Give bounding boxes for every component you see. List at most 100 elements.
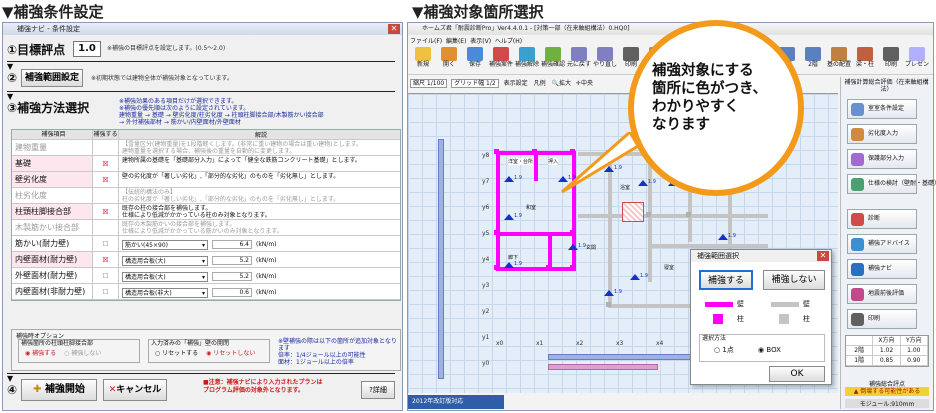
dialog-ok-button[interactable]: OK — [769, 366, 825, 382]
wall-direction-marker — [718, 234, 728, 240]
row-item-label: 柱劣化度 — [12, 188, 93, 203]
column-reinforce[interactable] — [570, 265, 575, 270]
menu-bar: ファイル(F) 編集(E) 表示(V) ヘルプ(H) — [410, 36, 522, 45]
toolbar-secondary: 縮尺 1/100 グリッド幅 1/2 表示設定 凡例 🔍拡大 ✛中央 — [410, 78, 593, 90]
legend-button[interactable]: 凡例 — [534, 80, 546, 87]
dialog-close-icon[interactable]: ✕ — [817, 251, 829, 261]
radio-no-reinforce[interactable]: ○ 補強しない — [64, 350, 101, 357]
scale-select[interactable]: 縮尺 1/100 — [410, 79, 448, 88]
row-checkbox[interactable]: ☒ — [93, 172, 119, 187]
menu-edit[interactable]: 編集(E) — [446, 38, 466, 45]
toolbar-button[interactable]: 元に戻す — [566, 45, 592, 73]
score-row: 1階 0.85 0.90 — [846, 356, 928, 366]
sidebar-button[interactable]: 劣化度入力 — [847, 124, 917, 144]
row-description-line: 仕様により低減がかかっている柱のみ対象となります。 — [122, 212, 271, 219]
sidebar-button[interactable]: 地震前後評価 — [847, 284, 917, 304]
row-description-line: 既存の柱の接合部を補強します。 — [122, 205, 212, 212]
sidebar-button[interactable]: 補強アドバイス — [847, 234, 917, 254]
row-item-label: 基礎 — [12, 156, 93, 171]
dialog-reinforce-button[interactable]: 補強する — [699, 270, 753, 290]
score-cell: 1.00 — [901, 346, 928, 355]
toolbar-button[interactable]: 梁・柱 — [852, 45, 878, 73]
target-score-input[interactable]: 1.0 — [73, 41, 101, 57]
radio-no-reset[interactable]: ◉ リセットしない — [206, 350, 255, 357]
row-description: 既存の木製筋かいの接合部を補強します。 仕様により低減がかかっている筋かいのみ対象… — [119, 220, 400, 235]
center-button[interactable]: ✛中央 — [576, 80, 593, 87]
toolbar-icon — [805, 47, 821, 61]
grid-select[interactable]: グリッド幅 1/2 — [451, 79, 499, 88]
row-checkbox[interactable]: ☒ — [93, 156, 119, 171]
step3-label: ③補強方法選択 — [7, 101, 90, 115]
step2-label: ② — [7, 71, 18, 85]
radio-reset[interactable]: ○ リセットする — [155, 350, 198, 357]
wall-gray[interactable] — [648, 244, 768, 248]
column-reinforce[interactable] — [494, 149, 499, 154]
toolbar-button[interactable]: 基の配置 — [826, 45, 852, 73]
toolbar-button[interactable]: 印刷 — [878, 45, 904, 73]
row-checkbox[interactable]: ☐ — [93, 268, 119, 283]
dialog-no-reinforce-button[interactable]: 補強しない — [763, 270, 825, 290]
material-select[interactable]: 筋かい(45×90) ▾ — [122, 240, 208, 250]
material-select[interactable]: 構造用合板(大) ▾ — [122, 272, 208, 282]
column-reinforce[interactable] — [532, 149, 537, 154]
toolbar-button[interactable]: 補強確認 — [540, 45, 566, 73]
material-select[interactable]: 構造用合板(大) ▾ — [122, 256, 208, 266]
radio-reinforce[interactable]: ◉ 補強する — [25, 350, 56, 357]
toolbar-button[interactable]: 保存 — [462, 45, 488, 73]
divider-arrow-icon: ▼ — [7, 374, 14, 383]
row-checkbox[interactable]: ☒ — [93, 252, 119, 267]
column-reinforce[interactable] — [546, 265, 551, 270]
display-settings-button[interactable]: 表示設定 — [504, 80, 528, 87]
column-gray[interactable] — [606, 302, 611, 307]
wall-reinforce[interactable] — [534, 151, 538, 181]
wall-gray[interactable] — [578, 214, 768, 218]
toolbar-button[interactable]: 補強解除 — [514, 45, 540, 73]
sidebar-button[interactable]: 診断 — [847, 209, 917, 229]
toolbar-button[interactable]: 開く — [436, 45, 462, 73]
zoom-in-button[interactable]: 🔍拡大 — [552, 80, 572, 87]
wall-value: 1.9 — [648, 179, 656, 185]
column-reinforce[interactable] — [570, 230, 575, 235]
column-reinforce[interactable] — [494, 230, 499, 235]
select-method-title: 選択方法 — [702, 335, 727, 342]
row-checkbox[interactable]: ☐ — [93, 236, 119, 251]
column-gray[interactable] — [686, 212, 691, 217]
step4-label: ④ — [7, 383, 18, 397]
radio-box[interactable]: ◉ BOX — [758, 346, 781, 354]
wall-reinforce[interactable] — [496, 151, 500, 271]
menu-file[interactable]: ファイル(F) — [410, 38, 442, 45]
sidebar-button[interactable]: 補強ナビ — [847, 259, 917, 279]
toolbar-button[interactable]: プレゼン — [904, 45, 930, 73]
wall-reinforce[interactable] — [496, 232, 576, 236]
sidebar-button[interactable]: 保護部分入力 — [847, 149, 917, 169]
axis-y-label: y1 — [482, 334, 490, 341]
axis-y-label: y3 — [482, 282, 490, 289]
bottom-bar-2 — [548, 364, 658, 370]
options-note-line: 面材：1ジョール以上の倍率 — [278, 359, 354, 366]
row-checkbox[interactable]: ☒ — [93, 204, 119, 219]
version-status: 2012年改訂版対応 — [408, 395, 504, 409]
start-reinforce-button[interactable]: ✚ 補強開始 — [21, 379, 97, 401]
row-checkbox[interactable]: ☐ — [93, 284, 119, 299]
material-select[interactable]: 構造用合板(非大) ▾ — [122, 288, 208, 298]
column-reinforce[interactable] — [494, 265, 499, 270]
radio-one-point[interactable]: ○ 1点 — [714, 346, 734, 354]
row-description-line: 壁の劣化度が「著しい劣化」,「部分的な劣化」のものを「劣化無し」とします。 — [122, 173, 340, 180]
cancel-button[interactable]: ✕キャンセル — [103, 379, 167, 401]
reinforce-range-button[interactable]: 補強範囲設定 — [21, 69, 83, 87]
wall-gray[interactable] — [648, 152, 652, 282]
header-check: 補強する — [93, 130, 119, 139]
divider — [7, 373, 395, 374]
help-button[interactable]: ?詳細 — [361, 381, 395, 399]
sidebar-button[interactable]: 室室条件設定 — [847, 99, 917, 119]
step3-note: ※補強効果のある項目だけが選択できます。 — [119, 98, 238, 105]
menu-help[interactable]: ヘルプ(H) — [495, 38, 522, 45]
sidebar-button[interactable]: 仕様の検討（壁耐・基礎） — [847, 174, 936, 194]
close-icon[interactable]: ✕ — [388, 24, 400, 34]
sidebar-button[interactable]: 印刷 — [847, 309, 917, 329]
menu-view[interactable]: 表示(V) — [470, 38, 491, 45]
column-gray[interactable] — [646, 212, 651, 217]
toolbar-button[interactable]: 補強案件 — [488, 45, 514, 73]
toolbar-button[interactable]: やり直し — [592, 45, 618, 73]
toolbar-button[interactable]: 新規 — [410, 45, 436, 73]
